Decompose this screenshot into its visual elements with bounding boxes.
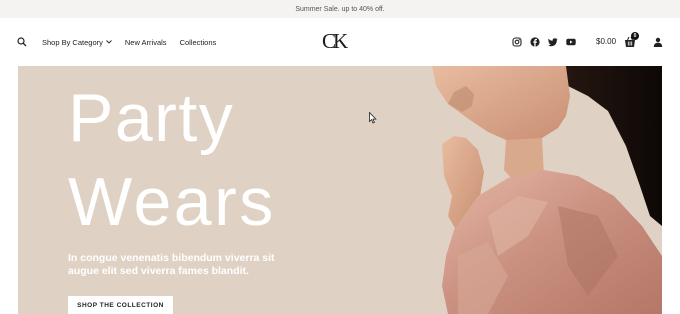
cart-count-badge: 0 — [631, 32, 639, 40]
hero-model-image — [432, 66, 662, 314]
announcement-bar: Summer Sale. up to 40% off. — [0, 0, 680, 18]
chevron-down-icon — [106, 40, 112, 44]
cart-total[interactable]: $0.00 — [596, 37, 616, 46]
hero-title-line2: Wears — [68, 164, 276, 240]
youtube-icon[interactable] — [566, 37, 576, 47]
announcement-text: Summer Sale. up to 40% off. — [295, 5, 385, 13]
hero-banner: Party Wears In congue venenatis bibendum… — [18, 66, 662, 314]
nav-collections[interactable]: Collections — [180, 38, 217, 47]
site-logo[interactable]: CK — [322, 28, 352, 54]
twitter-icon[interactable] — [548, 37, 558, 47]
site-header: Shop By Category New Arrivals Collection… — [0, 18, 680, 66]
user-account-icon[interactable] — [653, 37, 663, 47]
search-icon[interactable] — [17, 37, 27, 47]
nav-shop-by-category[interactable]: Shop By Category — [42, 38, 112, 47]
primary-nav: Shop By Category New Arrivals Collection… — [17, 18, 229, 66]
hero-title-line1: Party — [68, 80, 235, 156]
shop-the-collection-button[interactable]: SHOP THE COLLECTION — [68, 296, 173, 314]
instagram-icon[interactable] — [512, 37, 522, 47]
facebook-icon[interactable] — [530, 37, 540, 47]
mouse-pointer-icon — [369, 112, 377, 124]
nav-shop-by-category-label: Shop By Category — [42, 37, 103, 47]
nav-new-arrivals[interactable]: New Arrivals — [125, 38, 167, 47]
hero-description: In congue venenatis bibendum viverra sit… — [68, 252, 275, 277]
social-links — [512, 18, 584, 66]
